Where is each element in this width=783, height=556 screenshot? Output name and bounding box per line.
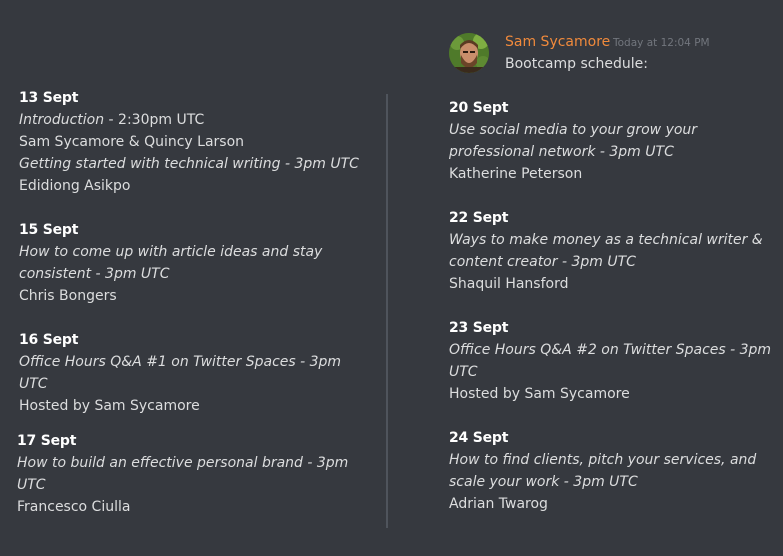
entry-host: Chris Bongers bbox=[19, 288, 117, 304]
schedule-left-column: 13 Sept Introduction - 2:30pm UTC Sam Sy… bbox=[17, 87, 359, 518]
entry-host: Hosted by Sam Sycamore bbox=[449, 386, 630, 402]
column-divider bbox=[386, 94, 388, 528]
entry-date: 22 Sept bbox=[449, 210, 509, 226]
schedule-entry: 24 Sept How to find clients, pitch your … bbox=[449, 427, 779, 515]
message-timestamp: Today at 12:04 PM bbox=[613, 37, 710, 49]
entry-host: Katherine Peterson bbox=[449, 166, 583, 182]
entry-date: 20 Sept bbox=[449, 100, 509, 116]
schedule-entry: 15 Sept How to come up with article idea… bbox=[19, 219, 359, 307]
author-name[interactable]: Sam Sycamore bbox=[505, 33, 610, 51]
entry-date: 15 Sept bbox=[19, 222, 79, 238]
schedule-entry: 17 Sept How to build an effective person… bbox=[17, 430, 359, 518]
entry-title: Introduction bbox=[19, 112, 105, 128]
user-avatar-icon[interactable] bbox=[449, 33, 489, 73]
message-intro: Bootcamp schedule: bbox=[505, 56, 648, 72]
entry-host: Sam Sycamore & Quincy Larson bbox=[19, 134, 245, 150]
entry-title: How to find clients, pitch your services… bbox=[449, 452, 757, 490]
schedule-right-column: 20 Sept Use social media to your grow yo… bbox=[449, 97, 779, 515]
schedule-entry: 20 Sept Use social media to your grow yo… bbox=[449, 97, 779, 185]
entry-host: Adrian Twarog bbox=[449, 496, 548, 512]
entry-host: Edidiong Asikpo bbox=[19, 178, 131, 194]
entry-date: 17 Sept bbox=[17, 433, 77, 449]
schedule-entry: 13 Sept Introduction - 2:30pm UTC Sam Sy… bbox=[19, 87, 359, 197]
entry-title: Office Hours Q&A #1 on Twitter Spaces - … bbox=[19, 354, 342, 392]
entry-title: Use social media to your grow your profe… bbox=[449, 122, 698, 160]
entry-date: 16 Sept bbox=[19, 332, 79, 348]
entry-title: Office Hours Q&A #2 on Twitter Spaces - … bbox=[449, 342, 772, 380]
entry-date: 24 Sept bbox=[449, 430, 509, 446]
entry-title: Getting started with technical writing -… bbox=[19, 156, 359, 172]
entry-session: Introduction - 2:30pm UTC bbox=[19, 109, 359, 131]
schedule-entry: 22 Sept Ways to make money as a technica… bbox=[449, 207, 779, 295]
entry-date: 23 Sept bbox=[449, 320, 509, 336]
entry-title: How to build an effective personal brand… bbox=[17, 455, 349, 493]
entry-host: Francesco Ciulla bbox=[17, 499, 131, 515]
entry-date: 13 Sept bbox=[19, 90, 79, 106]
schedule-entry: 23 Sept Office Hours Q&A #2 on Twitter S… bbox=[449, 317, 779, 405]
entry-host: Shaquil Hansford bbox=[449, 276, 569, 292]
entry-time: - 2:30pm UTC bbox=[104, 112, 205, 128]
entry-title: How to come up with article ideas and st… bbox=[19, 244, 323, 282]
entry-title: Ways to make money as a technical writer… bbox=[449, 232, 763, 270]
message-header: Sam Sycamore Today at 12:04 PM Bootcamp … bbox=[449, 33, 779, 83]
entry-host: Hosted by Sam Sycamore bbox=[19, 398, 200, 414]
schedule-entry: 16 Sept Office Hours Q&A #1 on Twitter S… bbox=[19, 329, 359, 417]
